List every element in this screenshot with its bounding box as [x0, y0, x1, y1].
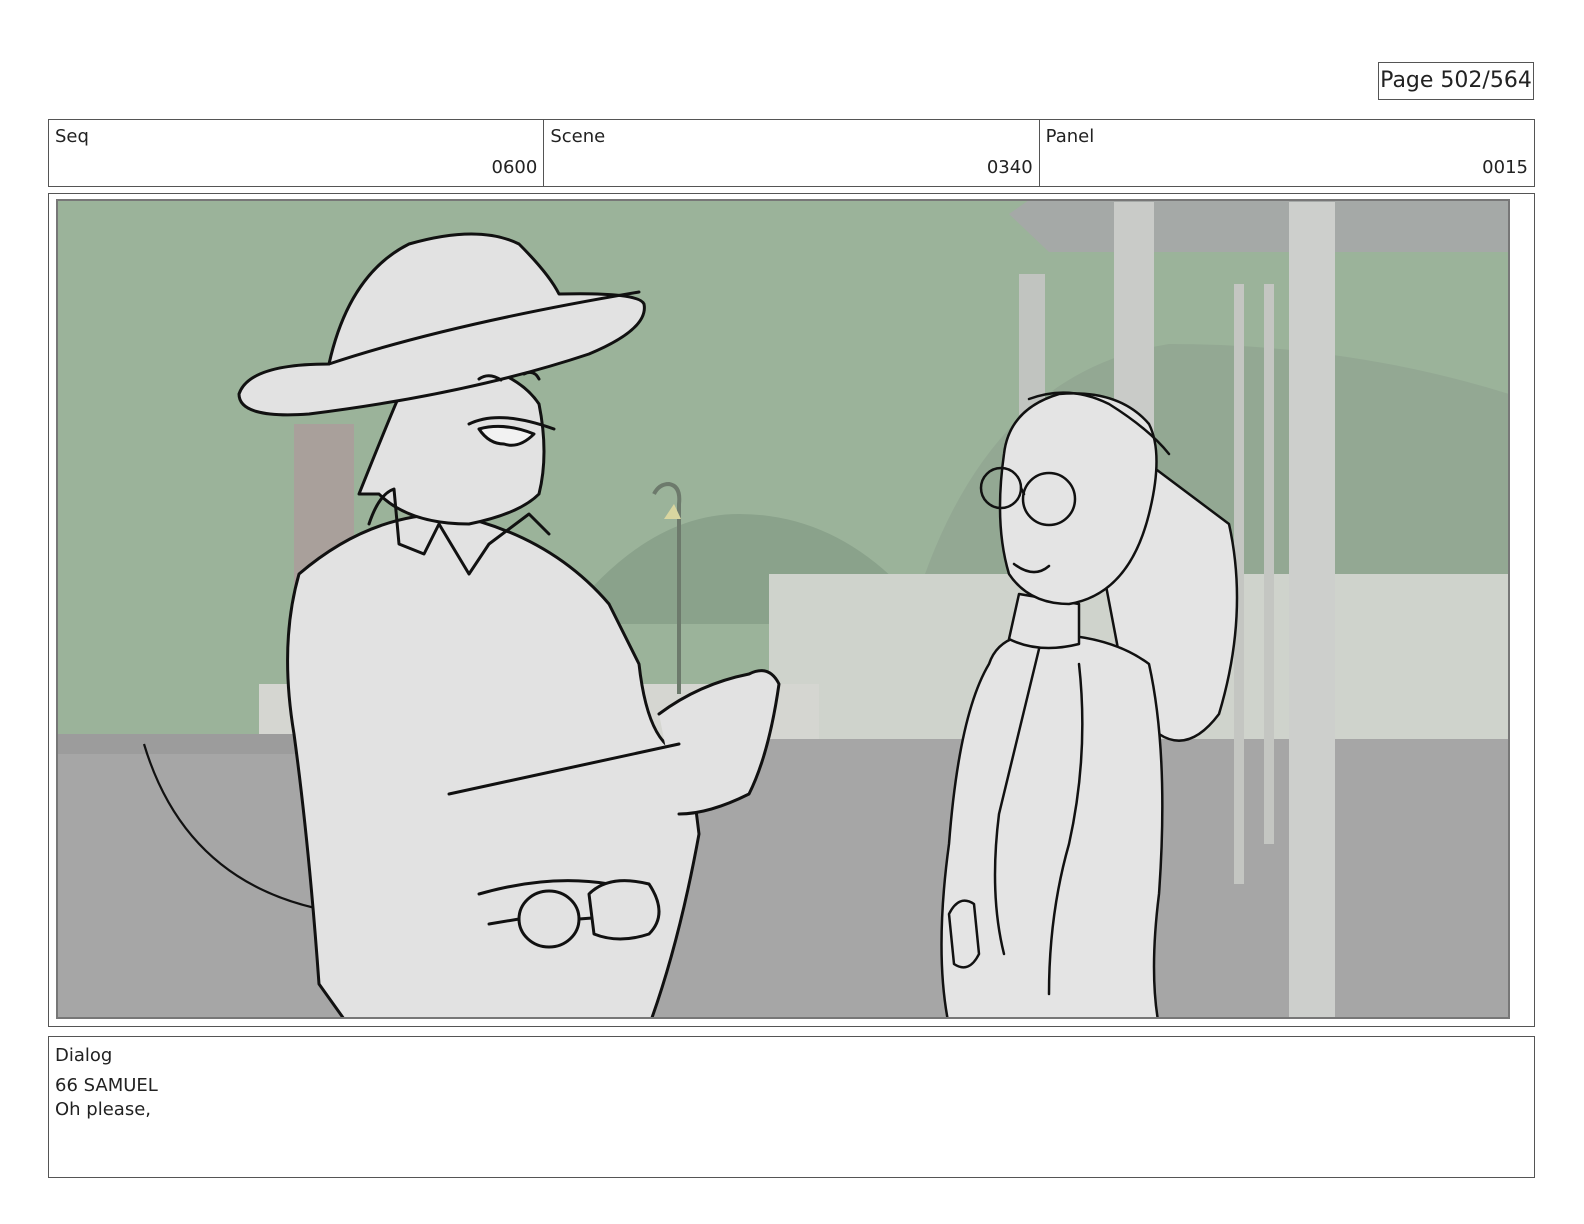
panel-value: 0015: [1482, 157, 1528, 178]
dialog-label: Dialog: [55, 1045, 113, 1066]
seq-label: Seq: [55, 126, 89, 147]
pillar: [1289, 202, 1335, 1018]
storyboard-drawing: [49, 194, 1534, 1026]
panel-label: Panel: [1045, 126, 1095, 147]
panel-header: Seq 0600 Scene 0340 Panel 0015: [48, 119, 1535, 187]
seq-cell: Seq 0600: [49, 120, 545, 186]
page-number: Page 502/564: [1378, 62, 1534, 100]
dialog-box: Dialog 66 SAMUEL Oh please,: [48, 1036, 1535, 1178]
dialog-line: Oh please,: [55, 1099, 152, 1120]
scene-cell: Scene 0340: [544, 120, 1040, 186]
seq-value: 0600: [491, 157, 538, 178]
scene-label: Scene: [550, 126, 606, 147]
dialog-speaker: 66 SAMUEL: [55, 1075, 158, 1096]
storyboard-frame: [48, 193, 1535, 1027]
pillar: [1264, 284, 1274, 844]
scene-value: 0340: [986, 157, 1033, 178]
gazebo-roof: [1009, 200, 1509, 252]
panel-cell: Panel 0015: [1040, 120, 1534, 186]
